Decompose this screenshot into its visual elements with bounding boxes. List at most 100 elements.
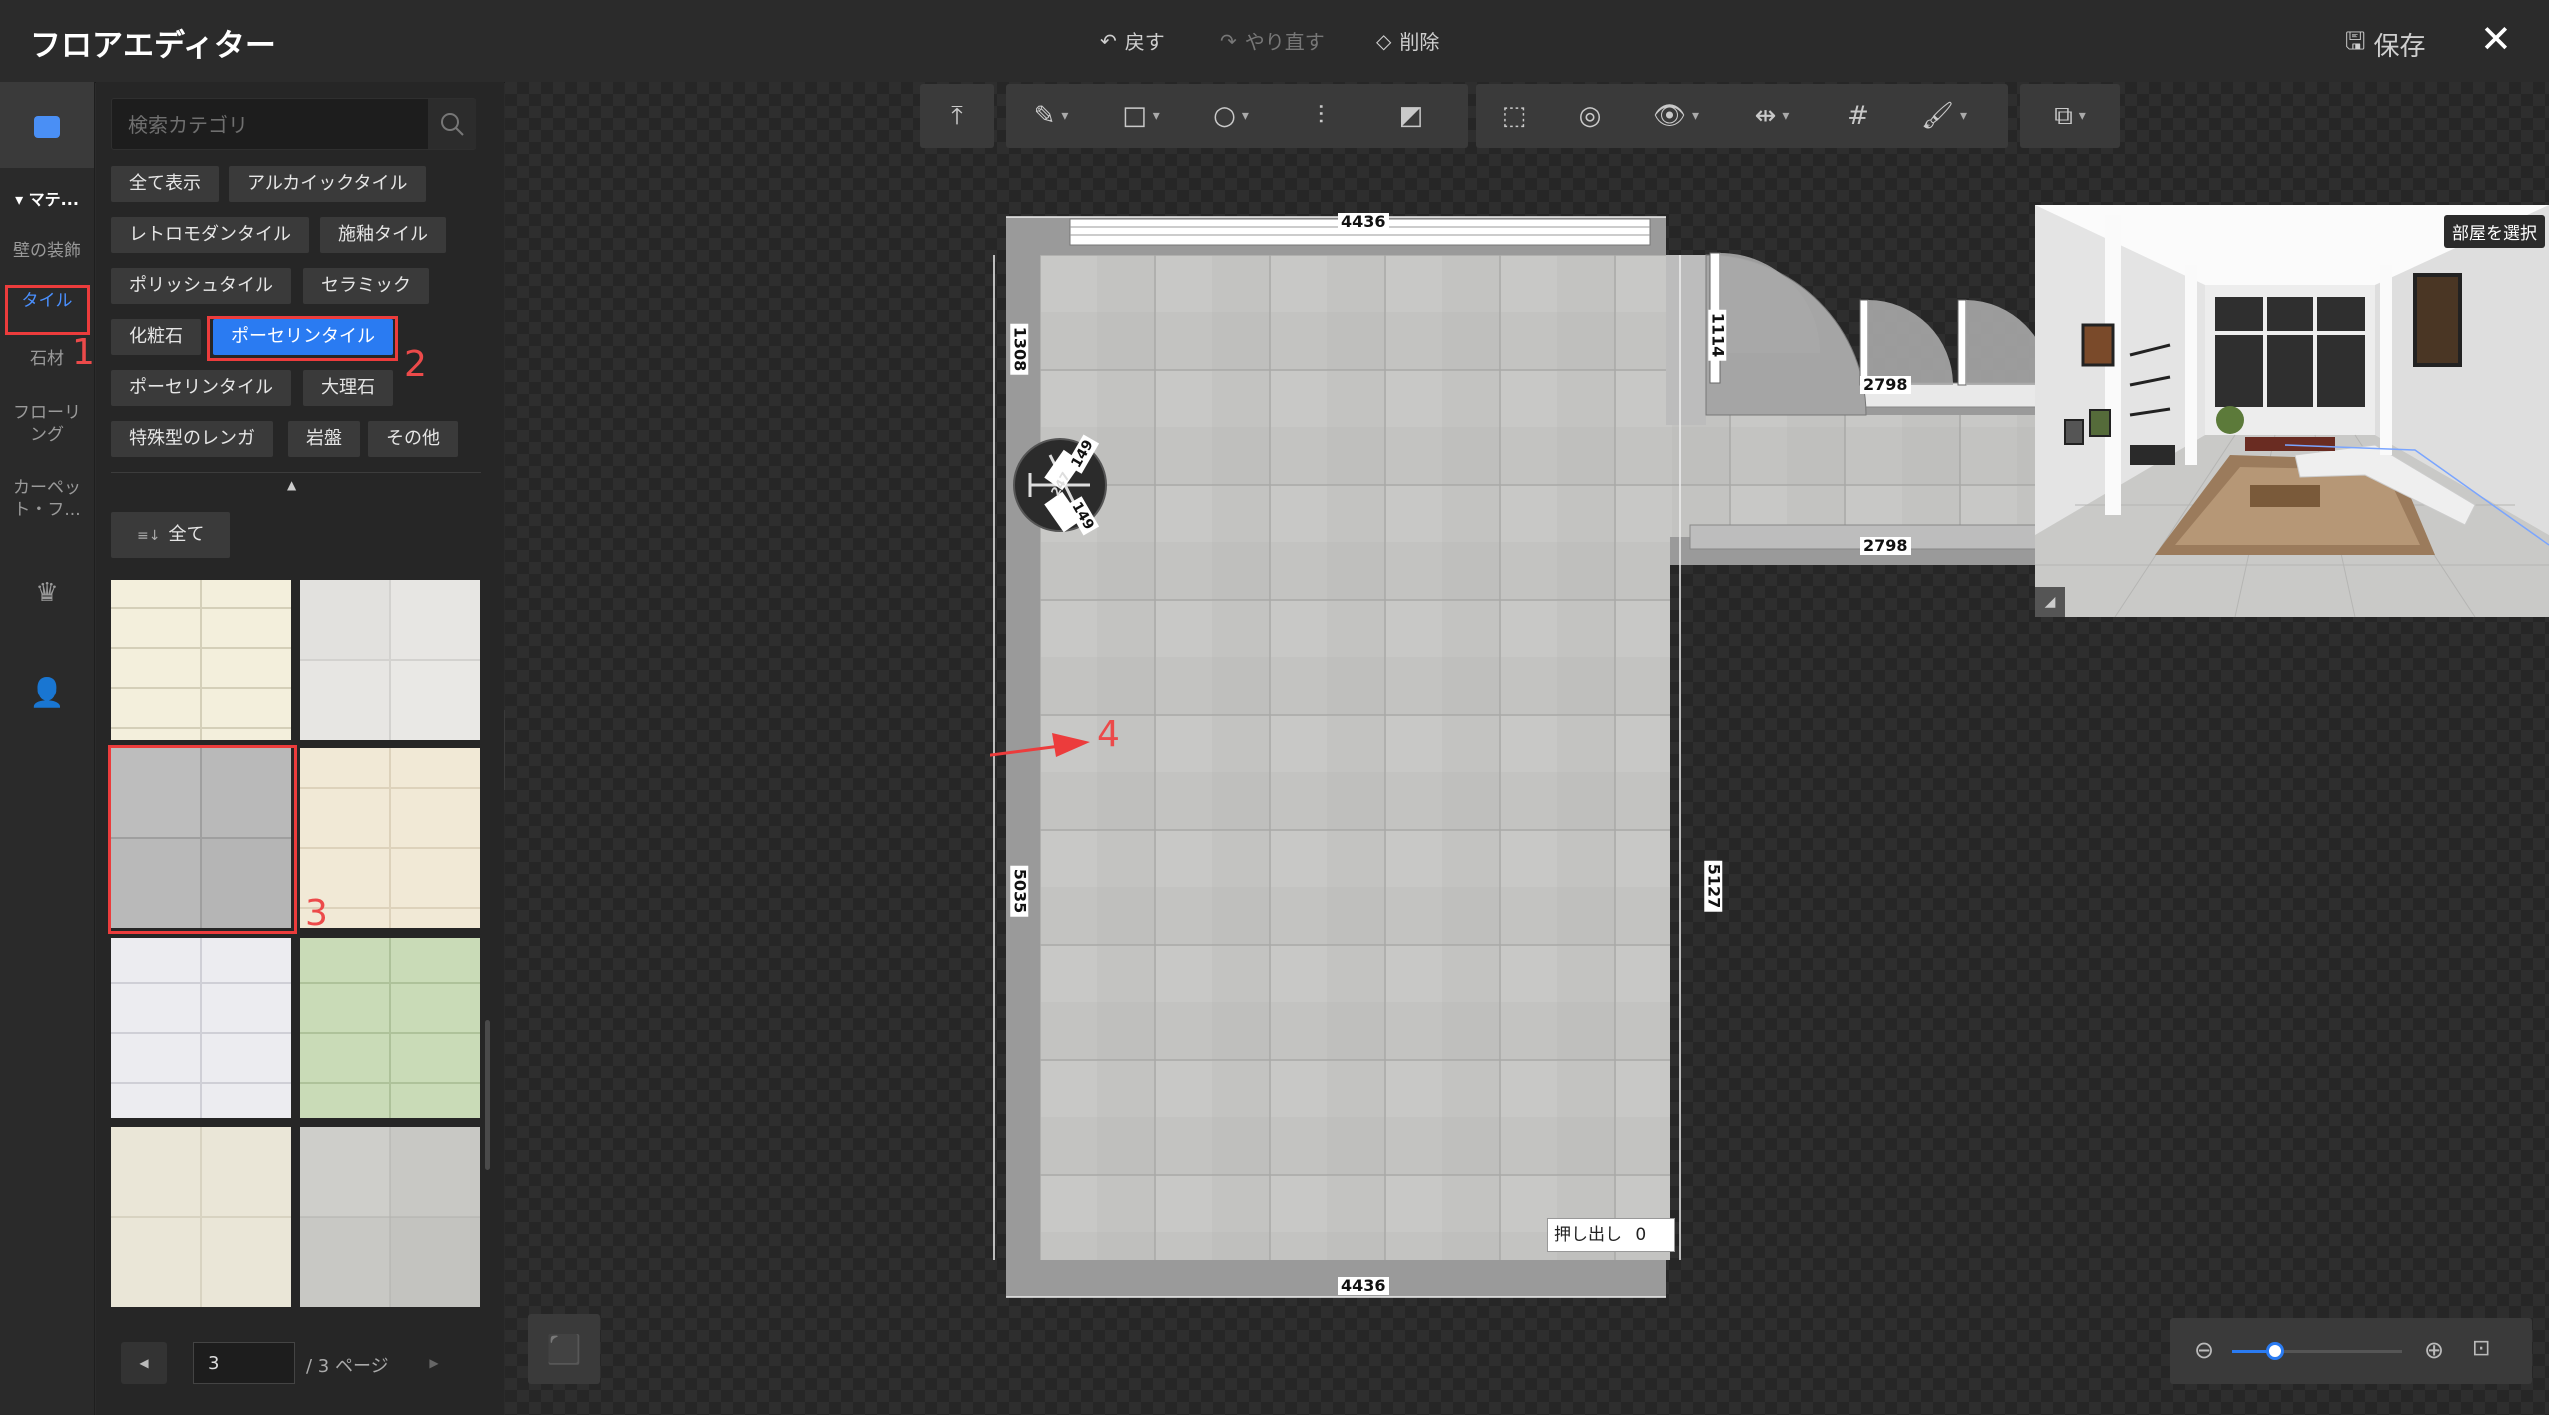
annotation-4: 4: [1097, 714, 1120, 755]
zoom-control: ⊖ ⊕ ⊡: [2170, 1318, 2532, 1384]
zoom-slider-knob[interactable]: [2265, 1342, 2284, 1360]
tile-thumbnail[interactable]: [300, 938, 480, 1118]
resize-handle-icon[interactable]: ◢: [2035, 587, 2065, 617]
boundary-icon: ◩: [1398, 101, 1424, 131]
tile-thumbnail[interactable]: [111, 1127, 291, 1307]
fit-view-icon: ⊡: [2472, 1336, 2491, 1361]
divider: [111, 472, 481, 473]
redo-button[interactable]: ↷ やり直す: [1220, 26, 1325, 55]
nav-wall-decoration[interactable]: 壁の装飾: [0, 240, 94, 262]
annotation-box-1: [5, 285, 90, 335]
visibility-tool[interactable]: 👁 ▾: [1628, 84, 1724, 148]
tag-ceramic[interactable]: セラミック: [303, 268, 429, 304]
crown-icon[interactable]: ♛: [0, 580, 94, 606]
tag-decorative-stone[interactable]: 化粧石: [111, 319, 201, 355]
tile-thumbnail[interactable]: [300, 580, 480, 740]
dimension-bottom: 4436: [1338, 1277, 1389, 1295]
page-total-label: / 3 ページ: [306, 1356, 389, 1377]
paint-tool[interactable]: 🖌 ▾: [1896, 84, 1992, 148]
delete-button[interactable]: ◇ 削除: [1376, 26, 1439, 55]
user-icon[interactable]: 👤: [0, 679, 94, 707]
close-button[interactable]: ✕: [2480, 20, 2512, 58]
tag-show-all[interactable]: 全て表示: [111, 166, 219, 202]
eye-icon: 👁: [1652, 101, 1686, 131]
fit-view-button[interactable]: ⊡: [2472, 1336, 2490, 1361]
tag-marble[interactable]: 大理石: [303, 370, 393, 406]
3d-preview[interactable]: 部屋を選択 ◢: [2035, 205, 2549, 617]
zoom-slider-track[interactable]: [2232, 1342, 2402, 1360]
next-page-button[interactable]: ▶: [414, 1342, 454, 1384]
annotation-3: 3: [305, 893, 328, 934]
tag-special-brick[interactable]: 特殊型のレンガ: [111, 421, 273, 457]
tag-retro-modern-tile[interactable]: レトロモダンタイル: [111, 217, 309, 253]
save-button[interactable]: 🖫 保存: [2345, 24, 2425, 65]
undo-icon: ↶: [1100, 28, 1117, 53]
copy-tool[interactable]: ⧉ ▾: [2020, 84, 2120, 148]
grid-icon: #: [1847, 101, 1869, 131]
material-tab[interactable]: [0, 82, 94, 168]
chevron-left-icon: ◀: [139, 1356, 149, 1370]
search-button[interactable]: [428, 99, 476, 149]
upload-icon: ⤒: [951, 100, 963, 131]
draw-line-tool[interactable]: ✎ ▾: [1006, 84, 1096, 148]
search-box: [111, 98, 476, 150]
chevron-down-icon: ▾: [1061, 108, 1069, 124]
zoom-in-icon: ⊕: [2424, 1336, 2445, 1364]
prev-page-button[interactable]: ◀: [121, 1342, 167, 1384]
zoom-out-button[interactable]: ⊖: [2194, 1336, 2214, 1364]
tag-polished-tile[interactable]: ポリッシュタイル: [111, 268, 291, 304]
nav-flooring[interactable]: フローリング: [0, 402, 94, 446]
floor-plan[interactable]: [990, 205, 2050, 1305]
undo-button[interactable]: ↶ 戻す: [1100, 26, 1165, 55]
nav-carpet[interactable]: カーペット・フ...: [0, 477, 94, 521]
focus-tool[interactable]: ◎: [1552, 84, 1628, 148]
focus-icon: ◎: [1578, 101, 1602, 131]
toolbar-group-copy: ⧉ ▾: [2020, 84, 2120, 148]
circle-tool[interactable]: ○ ▾: [1186, 84, 1276, 148]
corridor-floor: [1670, 415, 2050, 537]
search-icon: [441, 113, 464, 136]
title-bar: フロアエディター ↶ 戻す ↷ やり直す ◇ 削除 🖫 保存 ✕: [0, 0, 2549, 83]
collapse-arrow-icon[interactable]: ▲: [287, 478, 296, 492]
circle-icon: ○: [1213, 101, 1236, 131]
rectangle-icon: □: [1122, 101, 1147, 131]
boundary-tool[interactable]: ◩: [1366, 84, 1456, 148]
material-icon: [34, 116, 60, 138]
save-icon: 🖫: [2345, 27, 2366, 55]
dimension-top: 4436: [1338, 213, 1389, 231]
left-nav: ▾ マテ... 壁の装飾 タイル 石材 フローリング カーペット・フ... ♛ …: [0, 82, 95, 1415]
tag-glazed-tile[interactable]: 施釉タイル: [320, 217, 446, 253]
tile-thumbnail[interactable]: [300, 1127, 480, 1307]
tile-thumbnail[interactable]: [111, 938, 291, 1118]
page-number-input[interactable]: 3: [193, 1342, 295, 1384]
extrude-input[interactable]: 押し出し 0: [1547, 1218, 1675, 1252]
tag-other[interactable]: その他: [368, 421, 458, 457]
close-icon: ✕: [2480, 17, 2512, 61]
tile-thumbnail[interactable]: [111, 580, 291, 740]
dimension-corridor-bottom: 2798: [1860, 537, 1911, 555]
chevron-down-icon: ▾: [1782, 108, 1790, 124]
tag-bedrock[interactable]: 岩盤: [288, 421, 360, 457]
toolbar-group-upload: ⤒: [920, 84, 994, 148]
search-input[interactable]: [126, 109, 430, 141]
chevron-down-icon: ▾: [2078, 108, 2086, 124]
chevron-down-icon: ▾: [1691, 108, 1700, 124]
select-room-button[interactable]: 部屋を選択: [2444, 215, 2545, 248]
sort-filter-button[interactable]: ≡↓ 全て: [111, 512, 231, 558]
upload-button[interactable]: ⤒: [920, 84, 994, 148]
thumbnail-scrollbar[interactable]: [485, 1020, 490, 1170]
app-title: フロアエディター: [30, 28, 276, 64]
rectangle-tool[interactable]: □ ▾: [1096, 84, 1186, 148]
3d-view-button[interactable]: ⬛: [528, 1314, 600, 1384]
chevron-down-icon: ▾: [1959, 108, 1968, 124]
grid-tool[interactable]: #: [1820, 84, 1896, 148]
material-section-label: ▾ マテ...: [15, 190, 79, 209]
tag-porcelain-tile[interactable]: ポーセリンタイル: [111, 370, 291, 406]
measure-tool[interactable]: ⇹ ▾: [1724, 84, 1820, 148]
annotation-2: 2: [404, 344, 427, 385]
zoom-in-button[interactable]: ⊕: [2424, 1336, 2444, 1364]
align-tool[interactable]: ⫶: [1276, 84, 1366, 148]
tag-archaic-tile[interactable]: アルカイックタイル: [229, 166, 426, 202]
select-area-tool[interactable]: ⬚: [1476, 84, 1552, 148]
copy-icon: ⧉: [2054, 100, 2073, 131]
